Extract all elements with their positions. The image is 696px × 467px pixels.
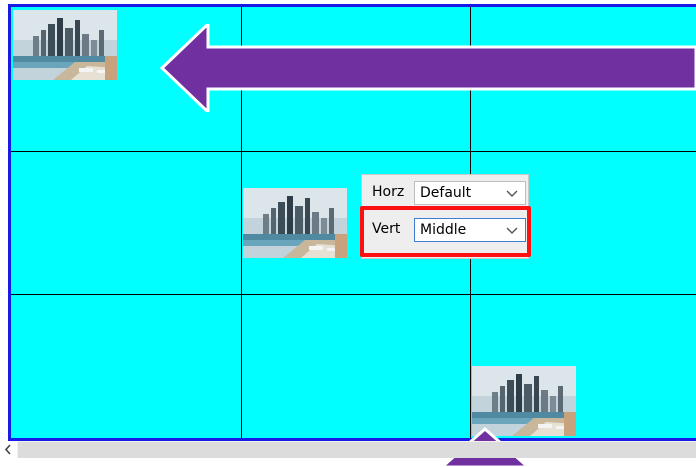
chevron-left-icon bbox=[4, 444, 11, 455]
chevron-down-icon bbox=[506, 190, 518, 197]
horz-row: Horz Default bbox=[362, 179, 528, 207]
scroll-left-button[interactable] bbox=[0, 441, 17, 458]
horz-dropdown-value: Default bbox=[420, 185, 472, 201]
scrollbar-track[interactable] bbox=[18, 442, 696, 458]
vert-highlight-box bbox=[360, 206, 531, 257]
horizontal-scrollbar[interactable] bbox=[0, 441, 696, 458]
grid-line-horizontal-1 bbox=[11, 151, 696, 152]
city-skyline-image-bottom[interactable] bbox=[472, 366, 576, 436]
left-arrow-icon bbox=[160, 24, 696, 112]
city-skyline-image-middle[interactable] bbox=[243, 188, 347, 258]
horz-label: Horz bbox=[372, 184, 405, 200]
grid-line-horizontal-2 bbox=[11, 294, 696, 295]
horz-dropdown[interactable]: Default bbox=[414, 181, 526, 205]
city-skyline-image-top-left[interactable] bbox=[13, 10, 117, 80]
